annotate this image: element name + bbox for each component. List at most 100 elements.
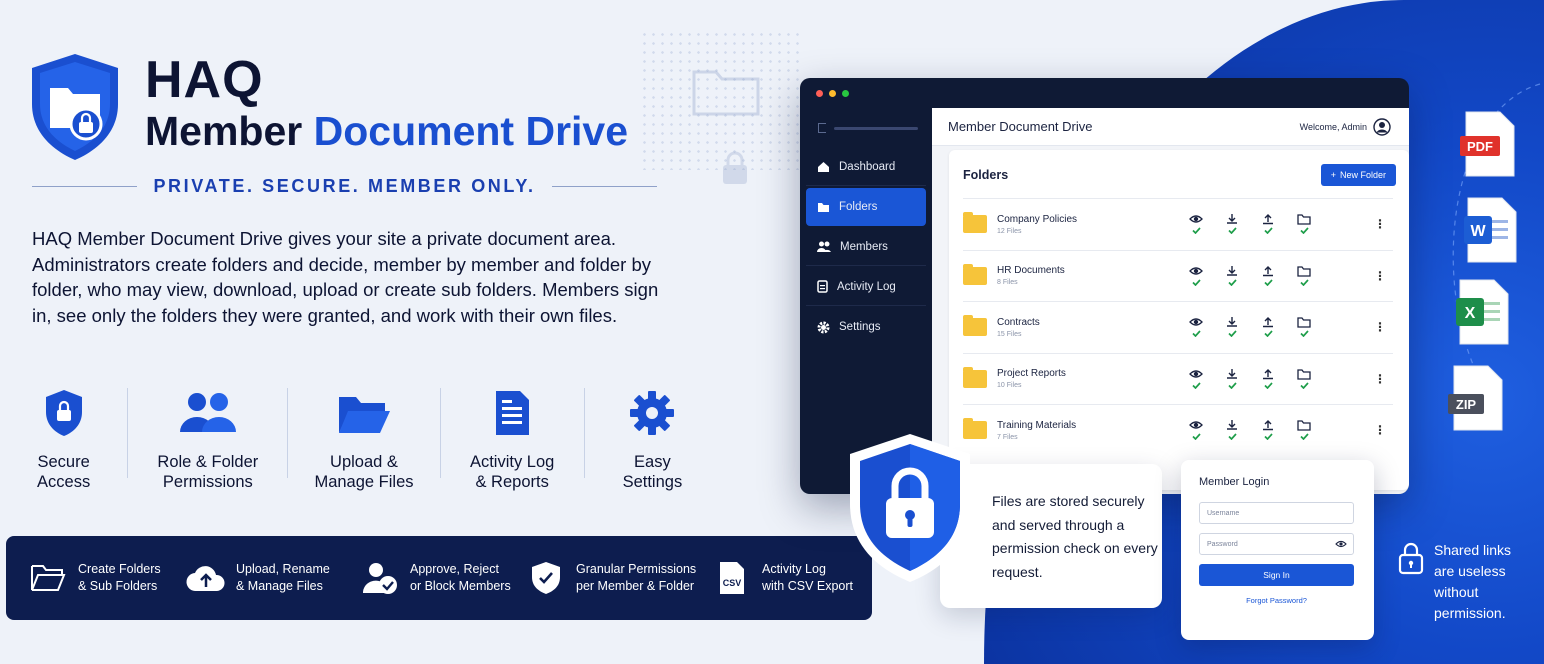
big-shield-lock-icon xyxy=(850,434,970,582)
csv-file-icon: CSV xyxy=(720,562,744,594)
check-icon xyxy=(1191,433,1201,440)
folder-outline-icon xyxy=(31,565,66,591)
permission-cell[interactable] xyxy=(1223,213,1241,234)
permission-cell[interactable] xyxy=(1187,316,1205,337)
permission-cell[interactable] xyxy=(1295,316,1313,337)
sidebar-item-settings[interactable]: Settings xyxy=(806,308,926,346)
upload-icon xyxy=(1263,265,1273,276)
new-folder-button[interactable]: + New Folder xyxy=(1320,164,1396,186)
shared-links-text: Shared links are useless without permiss… xyxy=(1434,542,1512,621)
strip-item-approve-members: Approve, Reject or Block Members xyxy=(360,561,526,595)
create-subfolder-icon xyxy=(1297,214,1311,225)
feature-line2: Permissions xyxy=(162,473,253,491)
folder-row[interactable]: HR Documents 8 Files ⋮ xyxy=(963,249,1393,302)
permission-cell[interactable] xyxy=(1295,419,1313,440)
minimize-dot[interactable] xyxy=(829,90,836,97)
pdf-file-icon: PDF xyxy=(1460,111,1515,177)
permission-cell[interactable] xyxy=(1259,213,1277,234)
password-field[interactable]: Password xyxy=(1199,533,1354,555)
feature-line1: Upload & xyxy=(330,453,398,471)
app-title: Member Document Drive xyxy=(948,119,1093,134)
folder-file-count: 15 Files xyxy=(997,330,1022,338)
folder-row[interactable]: Contracts 15 Files ⋮ xyxy=(963,301,1393,353)
view-icon xyxy=(1189,266,1203,275)
folder-list: Company Policies 12 Files ⋮ HR Documents 8 F… xyxy=(963,198,1393,456)
permission-cell[interactable] xyxy=(1259,419,1277,440)
permission-cell[interactable] xyxy=(1223,368,1241,389)
permission-cell[interactable] xyxy=(1295,265,1313,286)
folder-row[interactable]: Company Policies 12 Files ⋮ xyxy=(963,198,1393,250)
strip-item-granular-permissions: Granular Permissions per Member & Folder xyxy=(526,560,712,596)
permission-cell[interactable] xyxy=(1223,265,1241,286)
check-icon xyxy=(1191,227,1201,234)
brand-name: HAQ xyxy=(145,51,264,109)
check-icon xyxy=(1299,227,1309,234)
download-icon xyxy=(1227,317,1237,327)
permission-cell[interactable] xyxy=(1259,265,1277,286)
folder-row[interactable]: Project Reports 10 Files ⋮ xyxy=(963,352,1393,405)
permission-cell[interactable] xyxy=(1259,316,1277,337)
sidebar-item-label: Activity Log xyxy=(837,280,896,293)
sidebar-item-dashboard[interactable]: Dashboard xyxy=(806,148,926,186)
sign-in-button[interactable]: Sign In xyxy=(1199,564,1354,586)
user-check-icon xyxy=(362,563,397,594)
check-icon xyxy=(1263,330,1273,337)
sidebar-item-label: Members xyxy=(840,240,888,253)
upload-icon xyxy=(1263,214,1273,225)
permission-cell[interactable] xyxy=(1223,316,1241,337)
folder-row[interactable]: Training Materials 7 Files ⋮ xyxy=(963,404,1393,456)
check-icon xyxy=(1263,381,1273,389)
callout-text: Files are stored securely and served thr… xyxy=(992,493,1158,580)
plus-icon: + xyxy=(1330,170,1336,180)
create-subfolder-icon xyxy=(1297,265,1311,277)
close-dot[interactable] xyxy=(816,90,823,97)
more-options-icon[interactable]: ⋮ xyxy=(1374,320,1386,334)
forgot-password-link[interactable]: Forgot Password? xyxy=(1199,596,1354,605)
permission-cell[interactable] xyxy=(1187,265,1205,286)
check-icon xyxy=(1263,227,1273,234)
permission-cell[interactable] xyxy=(1187,368,1205,389)
permission-cell[interactable] xyxy=(1223,419,1241,440)
permission-cell[interactable] xyxy=(1295,213,1313,234)
file-type-label: PDF xyxy=(1467,139,1493,154)
strip-item-upload: Upload, Rename & Manage Files xyxy=(186,561,360,595)
folder-file-count: 8 Files xyxy=(997,279,1018,287)
create-subfolder-icon xyxy=(1297,317,1311,328)
user-menu[interactable]: Welcome, Admin xyxy=(1300,117,1391,136)
more-options-icon[interactable]: ⋮ xyxy=(1374,423,1386,437)
avatar-icon xyxy=(1373,117,1391,136)
folder-icon xyxy=(963,366,987,388)
tagline-rule-left xyxy=(32,186,138,187)
more-options-icon[interactable]: ⋮ xyxy=(1374,269,1386,283)
check-icon xyxy=(1227,433,1237,440)
sidebar-item-folders[interactable]: Folders xyxy=(806,188,926,226)
sidebar-item-activity-log[interactable]: Activity Log xyxy=(806,268,926,306)
view-icon xyxy=(1189,369,1203,378)
shield-check-icon xyxy=(532,562,560,594)
sidebar-item-members[interactable]: Members xyxy=(806,228,926,266)
eye-icon[interactable] xyxy=(1335,540,1347,548)
permission-cell[interactable] xyxy=(1187,213,1205,234)
login-title: Member Login xyxy=(1199,476,1270,488)
check-icon xyxy=(1299,381,1309,389)
more-options-icon[interactable]: ⋮ xyxy=(1374,217,1386,231)
logo-shield-icon xyxy=(32,54,118,160)
gear-icon xyxy=(630,391,675,435)
folder-icon xyxy=(963,212,987,234)
strip-item-activity-csv: CSV Activity Log with CSV Export xyxy=(712,560,862,596)
username-field[interactable]: Username xyxy=(1199,502,1354,524)
feature-row: Secure Access Role & Folder Permissions … xyxy=(0,382,720,492)
maximize-dot[interactable] xyxy=(842,90,849,97)
tagline-rule-right xyxy=(551,186,657,187)
users-icon xyxy=(179,393,236,432)
create-subfolder-icon xyxy=(1297,420,1311,431)
permission-cell[interactable] xyxy=(1259,368,1277,389)
tagline-text: PRIVATE. SECURE. MEMBER ONLY. xyxy=(153,176,536,196)
lock-watermark-icon xyxy=(723,151,747,184)
app-header: Member Document Drive Welcome, Admin xyxy=(932,108,1409,146)
permission-cell[interactable] xyxy=(1187,419,1205,440)
excel-file-icon: X xyxy=(1456,279,1509,345)
permission-cell[interactable] xyxy=(1295,368,1313,389)
file-type-label: X xyxy=(1465,305,1476,322)
more-options-icon[interactable]: ⋮ xyxy=(1374,372,1386,386)
